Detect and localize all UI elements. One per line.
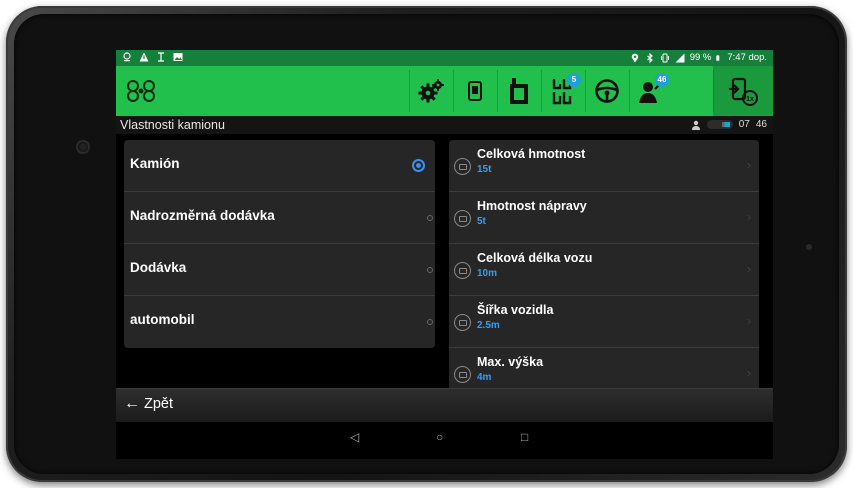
top-toolbar: 5 46 1x <box>116 66 773 116</box>
property-name: Celková délka vozu <box>477 251 593 265</box>
radio-selected[interactable] <box>412 159 425 172</box>
vehicle-option-nadrozmerna[interactable]: Nadrozměrná dodávka <box>124 192 435 244</box>
camera-lens <box>78 142 88 152</box>
device-icon <box>468 81 482 101</box>
radio-unselected[interactable] <box>427 267 433 273</box>
chevron-right-icon: › <box>747 314 751 328</box>
route-badge: 5 <box>567 73 581 87</box>
nav-home-icon[interactable]: ○ <box>436 430 443 444</box>
vehicle-type-list: Kamión Nadrozměrná dodávka Dodávka autom… <box>124 140 435 348</box>
property-total-weight[interactable]: Celková hmotnost 15t › <box>449 140 759 192</box>
back-label: Zpět <box>144 396 174 412</box>
exit-icon: 1x <box>729 77 758 106</box>
steering-button[interactable] <box>585 66 629 116</box>
vehicle-option-automobil[interactable]: automobil <box>124 296 435 348</box>
nav-back-icon[interactable]: ◁ <box>350 430 359 444</box>
property-value: 2.5m <box>477 320 500 331</box>
property-value: 4m <box>477 372 492 383</box>
vehicle-option-label: Nadrozměrná dodávka <box>130 208 275 223</box>
system-navbar: ◁ ○ □ <box>116 422 773 459</box>
vehicle-option-dodavka[interactable]: Dodávka <box>124 244 435 296</box>
app-notification-icon <box>123 52 131 62</box>
weight-icon <box>454 158 471 175</box>
steering-wheel-icon <box>595 79 619 103</box>
bluetooth-icon <box>646 52 653 63</box>
chevron-right-icon: › <box>747 210 751 224</box>
battery-percent: 99 % <box>689 52 712 63</box>
width-icon <box>454 314 471 331</box>
property-height[interactable]: Max. výška 4m › <box>449 348 759 388</box>
radio-unselected[interactable] <box>427 215 433 221</box>
chevron-right-icon: › <box>747 158 751 172</box>
back-button[interactable]: ← Zpět <box>124 395 173 413</box>
subheader: Vlastnosti kamionu 07 46 <box>116 116 773 134</box>
usb-icon <box>158 52 164 62</box>
notification-icons <box>122 52 183 62</box>
height-icon <box>454 366 471 383</box>
system-status: 99 % 7:47 dop. <box>630 52 767 63</box>
driver-button[interactable]: 46 <box>629 66 673 116</box>
property-axle-weight[interactable]: Hmotnost nápravy 5t › <box>449 192 759 244</box>
chevron-right-icon: › <box>747 366 751 380</box>
truck-button[interactable] <box>497 66 541 116</box>
tablet-frame: 99 % 7:47 dop. 5 46 1x Vlastnosti kamion… <box>6 6 847 482</box>
vibrate-icon <box>660 53 669 62</box>
property-width[interactable]: Šířka vozidla 2.5m › <box>449 296 759 348</box>
radio-unselected[interactable] <box>427 319 433 325</box>
screen: 99 % 7:47 dop. 5 46 1x Vlastnosti kamion… <box>116 50 773 459</box>
battery-icon <box>716 54 720 61</box>
location-icon <box>631 53 638 62</box>
vehicle-option-kamion[interactable]: Kamión <box>124 140 435 192</box>
vehicle-option-label: Dodávka <box>130 260 187 275</box>
signal-icon <box>675 53 685 62</box>
length-icon <box>454 262 471 279</box>
clock: 7:47 dop. <box>727 52 767 63</box>
property-name: Celková hmotnost <box>477 147 586 161</box>
status-bar: 99 % 7:47 dop. <box>116 50 773 66</box>
arrow-left-icon: ← <box>124 395 140 412</box>
subheader-status: 07 46 <box>691 119 767 130</box>
sensor-dot <box>806 244 812 250</box>
property-list: Celková hmotnost 15t › Hmotnost nápravy … <box>449 140 759 388</box>
logo-icon[interactable] <box>124 78 158 104</box>
page-title: Vlastnosti kamionu <box>120 118 225 132</box>
count-counter: 46 <box>755 119 767 130</box>
exit-button[interactable]: 1x <box>713 66 773 116</box>
property-value: 15t <box>477 164 492 175</box>
route-button[interactable]: 5 <box>541 66 585 116</box>
device-button[interactable] <box>453 66 497 116</box>
main-content: Kamión Nadrozměrná dodávka Dodávka autom… <box>116 134 773 388</box>
person-icon <box>691 120 700 130</box>
chevron-right-icon: › <box>747 262 751 276</box>
property-name: Max. výška <box>477 355 544 369</box>
hours-counter: 07 <box>738 119 750 130</box>
property-value: 5t <box>477 216 486 227</box>
vehicle-option-label: automobil <box>130 312 195 327</box>
property-name: Hmotnost nápravy <box>477 199 587 213</box>
settings-button[interactable] <box>409 66 453 116</box>
truck-icon <box>510 78 528 104</box>
property-name: Šířka vozidla <box>477 303 554 317</box>
signal-indicator <box>706 120 733 129</box>
axle-icon <box>454 210 471 227</box>
nav-recents-icon[interactable]: □ <box>521 430 528 444</box>
image-icon <box>173 53 183 61</box>
driver-badge: 46 <box>655 73 669 87</box>
vehicle-option-label: Kamión <box>130 156 180 171</box>
gear-icon <box>418 79 444 103</box>
property-length[interactable]: Celková délka vozu 10m › <box>449 244 759 296</box>
svg-text:1x: 1x <box>746 96 754 103</box>
property-value: 10m <box>477 268 498 279</box>
warning-icon <box>139 52 149 62</box>
footer-bar: ← Zpět <box>116 388 773 422</box>
